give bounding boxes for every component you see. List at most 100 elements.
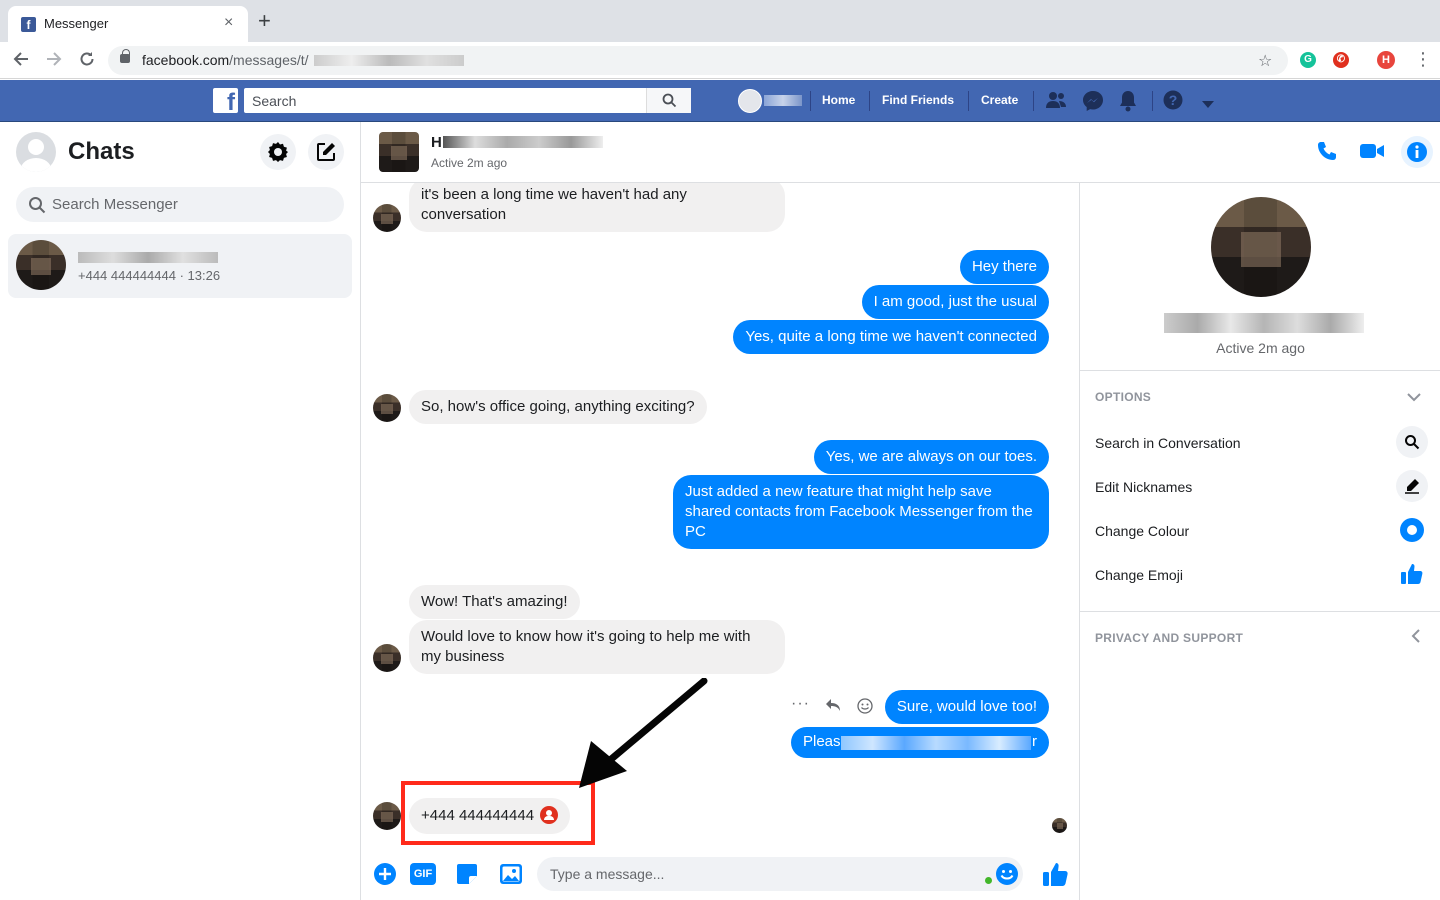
search-icon[interactable] [1396,426,1428,458]
notifications-bell-icon[interactable] [1118,90,1138,117]
contact-avatar [16,240,66,290]
conversation-info-button[interactable] [1401,136,1433,168]
bookmark-star-icon[interactable]: ☆ [1258,51,1272,71]
new-tab-button[interactable]: + [258,10,271,32]
outgoing-message-redacted[interactable]: Pleas r [791,727,1049,758]
color-dot-icon[interactable] [1396,514,1428,546]
nav-divider [1033,91,1034,111]
settings-button[interactable] [260,134,296,170]
browser-menu-icon[interactable]: ⋮ [1414,49,1432,70]
back-arrow-icon[interactable] [12,50,30,71]
outgoing-message[interactable]: Yes, we are always on our toes. [813,440,1049,474]
nav-divider [968,91,969,111]
outgoing-message[interactable]: Hey there [959,250,1049,284]
chats-sidebar: Chats +444 444444444 · 13:26 [0,122,361,900]
nav-home-link[interactable]: Home [822,93,855,107]
own-profile-avatar[interactable] [16,132,56,172]
nav-divider [869,91,870,111]
gif-button[interactable]: GIF [410,863,436,885]
contact-active-status: Active 2m ago [431,156,508,170]
browser-tab-bar: f Messenger × + [0,0,1440,42]
option-change-colour[interactable]: Change Colour [1095,523,1189,539]
url-path: /messages/t/ [229,52,309,68]
redacted-text [841,736,1031,750]
reply-icon[interactable] [825,698,841,717]
browser-toolbar: facebook.com/messages/t/ ☆ G ✆ H ⋮ [0,42,1440,79]
options-section-header[interactable]: OPTIONS [1095,390,1151,404]
send-like-button[interactable] [1041,860,1069,893]
grammarly-extension-icon[interactable]: G [1300,52,1316,68]
outgoing-message[interactable]: Sure, would love too! [884,690,1049,724]
user-name-redacted[interactable] [764,95,802,106]
nav-divider [810,91,811,111]
video-call-icon[interactable] [1359,142,1385,165]
option-search-in-conversation[interactable]: Search in Conversation [1095,435,1241,451]
facebook-logo[interactable]: f [213,88,238,113]
contact-avatar [373,204,401,232]
facebook-search-button[interactable] [646,88,691,113]
nav-divider [1152,91,1153,111]
sticker-button[interactable] [455,862,479,891]
thumbs-up-icon[interactable] [1396,558,1428,590]
incoming-message[interactable]: Wow! That's amazing! [409,585,580,619]
contact-avatar[interactable] [379,132,419,172]
url-redacted [314,55,464,66]
phone-extension-icon[interactable]: ✆ [1333,52,1349,68]
more-actions-icon[interactable]: ··· [791,695,810,713]
image-icon [500,864,522,884]
message-composer: GIF [361,850,1079,900]
incoming-message[interactable]: it's been a long time we haven't had any… [409,183,785,232]
option-edit-nicknames[interactable]: Edit Nicknames [1095,479,1192,495]
profile-avatar[interactable]: H [1377,51,1395,69]
voice-call-icon[interactable] [1316,140,1338,167]
emoji-button[interactable] [995,862,1019,891]
conversation-list-item[interactable]: +444 444444444 · 13:26 [8,234,352,298]
outgoing-message[interactable]: I am good, just the usual [861,285,1049,319]
chevron-down-icon[interactable] [1407,389,1421,407]
address-bar[interactable]: facebook.com/messages/t/ ☆ [108,46,1288,75]
forward-arrow-icon[interactable] [45,50,63,71]
contact-name-redacted [1164,313,1364,333]
privacy-support-section-header[interactable]: PRIVACY AND SUPPORT [1095,631,1243,645]
search-messenger-field[interactable] [16,187,344,222]
browser-tab[interactable]: f Messenger × [8,6,248,42]
photo-button[interactable] [499,862,523,891]
incoming-message[interactable]: So, how's office going, anything excitin… [409,390,707,424]
contact-avatar [373,394,401,422]
contact-name-redacted [78,252,218,263]
sticker-icon [457,864,477,884]
contact-avatar [373,644,401,672]
react-emoji-icon[interactable] [857,698,873,719]
message-input[interactable] [537,857,1023,891]
pencil-icon[interactable] [1396,470,1428,502]
tab-title: Messenger [44,16,109,31]
conversation-snippet: +444 444444444 · 13:26 [78,268,221,283]
nav-create-link[interactable]: Create [981,93,1018,107]
add-more-button[interactable] [373,862,397,891]
friend-requests-icon[interactable] [1045,90,1067,115]
account-menu-caret-icon[interactable] [1202,96,1214,114]
nav-find-friends-link[interactable]: Find Friends [882,93,954,107]
tab-close-icon[interactable]: × [224,14,233,32]
svg-text:?: ? [1169,92,1178,108]
incoming-message[interactable]: Would love to know how it's going to hel… [409,620,785,674]
thumbs-up-icon [1043,863,1068,886]
outgoing-message[interactable]: Just added a new feature that might help… [673,475,1049,549]
chevron-left-icon[interactable] [1411,629,1421,648]
url-text: facebook.com/messages/t/ [142,52,309,68]
user-avatar[interactable] [738,89,762,113]
new-message-button[interactable] [308,134,344,170]
facebook-favicon-icon: f [21,17,36,32]
reload-icon[interactable] [78,50,96,71]
help-icon[interactable]: ? [1163,90,1183,115]
outgoing-message[interactable]: Yes, quite a long time we haven't connec… [733,320,1049,354]
smiley-icon [996,863,1018,885]
search-icon [29,197,46,214]
conversation-info-panel: Active 2m ago OPTIONS Search in Conversa… [1079,183,1440,900]
facebook-search-input[interactable] [244,88,691,113]
option-change-emoji[interactable]: Change Emoji [1095,567,1183,583]
facebook-top-bar: f Home Find Friends Create ? [0,80,1440,122]
messenger-icon[interactable] [1082,90,1104,117]
contact-profile-avatar[interactable] [1211,197,1311,297]
search-messenger-input[interactable] [52,187,332,222]
